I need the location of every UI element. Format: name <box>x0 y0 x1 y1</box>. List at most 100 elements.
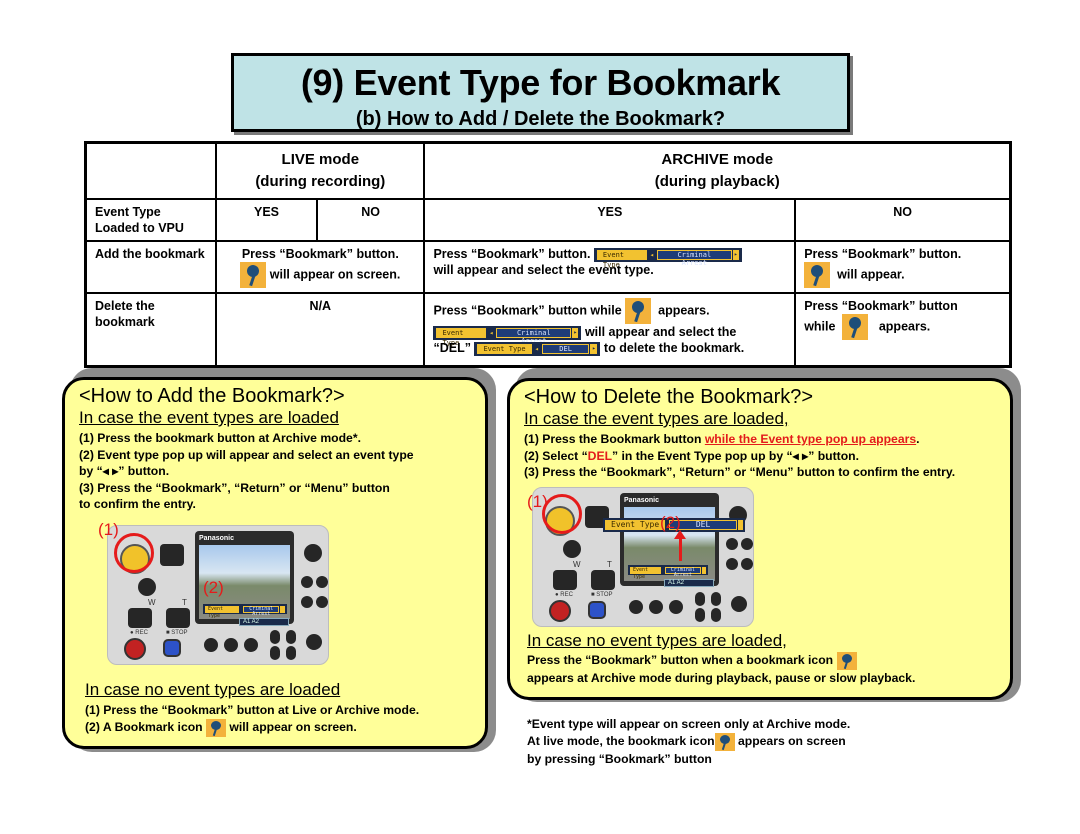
rec-label: ● REC <box>555 592 573 598</box>
live-add-cell: Press “Bookmark” button. will appear on … <box>215 240 426 294</box>
screen-event-type-popup: Event Type Criminal Arrest <box>203 604 287 619</box>
archive-no-add-line2-text: will appear. <box>837 267 905 282</box>
bookmark-icon <box>836 652 857 670</box>
popup-value: Criminal Arrest <box>496 327 572 345</box>
delete-panel-title: <How to Delete the Bookmark?> <box>524 386 814 408</box>
brightness-up-button <box>711 592 721 606</box>
round-button <box>138 578 156 596</box>
rewind-button <box>301 596 313 608</box>
t-label: T <box>607 560 612 569</box>
device-screen: Panasonic Event Type Criminal Arrest A1 A… <box>620 493 719 587</box>
archive-del-line1b: appears. <box>658 303 710 318</box>
footnote-line-3: by pressing “Bookmark” button <box>527 751 712 766</box>
t-button <box>166 608 190 628</box>
bookmark-icon <box>206 719 226 737</box>
popup-right-arrow-icon <box>701 566 706 574</box>
delete-not-loaded-line-2: appears at Archive mode during playback,… <box>527 671 916 685</box>
device-brand: Panasonic <box>624 497 660 504</box>
w-label: W <box>573 560 581 569</box>
w-button <box>553 570 577 590</box>
add-step-3-cont: to confirm the entry. <box>79 497 196 511</box>
live-mode-header: LIVE mode (during recording) <box>215 141 426 200</box>
stop-label: ■ STOP <box>166 630 188 636</box>
archive-del-line3: “DEL” Event Type ◂ DEL ▸ to delete the b… <box>433 340 786 356</box>
archive-mode-header: ARCHIVE mode (during playback) <box>423 141 1012 200</box>
audio-button <box>204 638 218 652</box>
archive-del-line3-text: to delete the bookmark. <box>603 341 745 355</box>
add-not-loaded-step-2a: (2) A Bookmark icon <box>85 720 203 735</box>
volume-down-button <box>695 608 705 622</box>
delete-not-loaded-heading: In case no event types are loaded, <box>527 631 787 650</box>
archive-no-del-appears: appears. <box>878 319 931 334</box>
brightness-down-button <box>711 608 721 622</box>
add-not-loaded-step-1: (1) Press the “Bookmark” button at Live … <box>85 703 420 717</box>
footnote-line-2a: At live mode, the bookmark icon <box>527 733 715 748</box>
rec-label: ● REC <box>130 630 148 636</box>
table-corner-cell <box>84 141 218 200</box>
add-step-1: (1) Press the bookmark button at Archive… <box>79 431 361 445</box>
stop-button <box>163 639 181 657</box>
pi-mode-button <box>649 600 663 614</box>
event-type-popup: Event Type ◂ Criminal Arrest ▸ <box>593 247 742 269</box>
archive-yes-delete-cell: Press “Bookmark” button while appears. E… <box>423 292 797 367</box>
add-not-loaded-step-2b: will appear on screen. <box>229 720 357 735</box>
bookmark-icon <box>804 262 831 288</box>
bookmark-icon <box>625 298 652 324</box>
pi-mode-button <box>224 638 238 652</box>
brightness-up-button <box>286 630 296 644</box>
popup-left-arrow-icon: ◂ <box>489 328 494 337</box>
table-row-delete: Delete the bookmark N/A Press “Bookmark”… <box>84 292 1012 367</box>
table-row-add: Add the bookmark Press “Bookmark” button… <box>84 240 1012 294</box>
delete-step-2c: ” in the Event Type pop up by “◂ ▸” butt… <box>612 448 859 463</box>
archive-del-line2-text: will appear and select the <box>584 325 737 339</box>
add-step-2: (2) Event type pop up will appear and se… <box>79 447 414 462</box>
footnote-line-1: *Event type will appear on screen only a… <box>527 717 851 731</box>
delete-step-1a: (1) Press the Bookmark button <box>524 432 705 446</box>
live-delete-cell: N/A <box>215 292 426 367</box>
archive-no-add-line2: will appear. <box>804 262 1001 288</box>
delete-step-1-highlight: while the Event type pop up appears <box>704 432 917 446</box>
w-button <box>128 608 152 628</box>
bookmark-icon <box>240 262 267 288</box>
footnote-line-2: At live mode, the bookmark icon appears … <box>527 732 850 751</box>
popup-value: Criminal Arrest <box>664 566 701 577</box>
row-label-add: Add the bookmark <box>84 240 218 294</box>
add-step-3: (3) Press the “Bookmark”, “Return” or “M… <box>79 480 390 495</box>
add-step-2-cont: by “◂ ▸” button. <box>79 464 170 478</box>
archive-no-add-cell: Press “Bookmark” button. will appear. <box>794 240 1012 294</box>
live-add-line2-text: will appear on screen. <box>269 267 401 282</box>
archive-del-line2: Event Type ◂ Criminal Arrest ▸ will appe… <box>433 324 786 347</box>
footnote-line-2b: appears on screen <box>737 733 846 748</box>
camera-select-button <box>244 638 258 652</box>
volume-up-button <box>270 630 280 644</box>
highlight-ring-bookmark <box>114 533 154 573</box>
popup-label: Event Type <box>436 327 487 347</box>
bookmark-mode-table: LIVE mode (during recording) ARCHIVE mod… <box>84 141 1012 368</box>
delete-step-3: (3) Press the “Bookmark”, “Return” or “M… <box>524 465 956 479</box>
table-header-row: LIVE mode (during recording) ARCHIVE mod… <box>84 141 1012 200</box>
add-not-loaded-heading: In case no event types are loaded <box>85 680 341 699</box>
popup-value: Criminal Arrest <box>656 249 732 267</box>
popup-label: Event Type <box>605 520 666 530</box>
delete-not-loaded-1-text: Press the “Bookmark” button when a bookm… <box>527 653 834 668</box>
forward-button <box>741 558 753 570</box>
archive-add-line2: will appear and select the event type. <box>433 263 654 277</box>
popup-right-arrow-icon: ▸ <box>732 249 739 260</box>
event-type-popup: Event Type ◂ Criminal Arrest ▸ <box>433 325 582 347</box>
control-dial <box>304 544 322 562</box>
row-label-delete: Delete the bookmark <box>84 292 218 367</box>
archive-mode-label: ARCHIVE mode <box>661 151 774 168</box>
volume-up-button <box>695 592 705 606</box>
popup-value: DEL <box>541 343 590 354</box>
t-button <box>591 570 615 590</box>
rewind-button <box>726 558 738 570</box>
add-loaded-heading: In case the event types are loaded <box>79 408 339 427</box>
table-row-event-type: Event Type Loaded to VPU YES NO YES NO <box>84 198 1012 242</box>
delete-not-loaded-line-1: Press the “Bookmark” button when a bookm… <box>527 652 857 670</box>
popup-right-arrow-icon: ▸ <box>590 343 598 354</box>
delete-loaded-heading: In case the event types are loaded, <box>524 409 789 428</box>
power-button <box>306 634 322 650</box>
row-label-event-type: Event Type Loaded to VPU <box>84 198 218 242</box>
popup-value: Criminal Arrest <box>243 605 280 616</box>
archive-del-line1a: Press “Bookmark” button while <box>433 303 622 318</box>
